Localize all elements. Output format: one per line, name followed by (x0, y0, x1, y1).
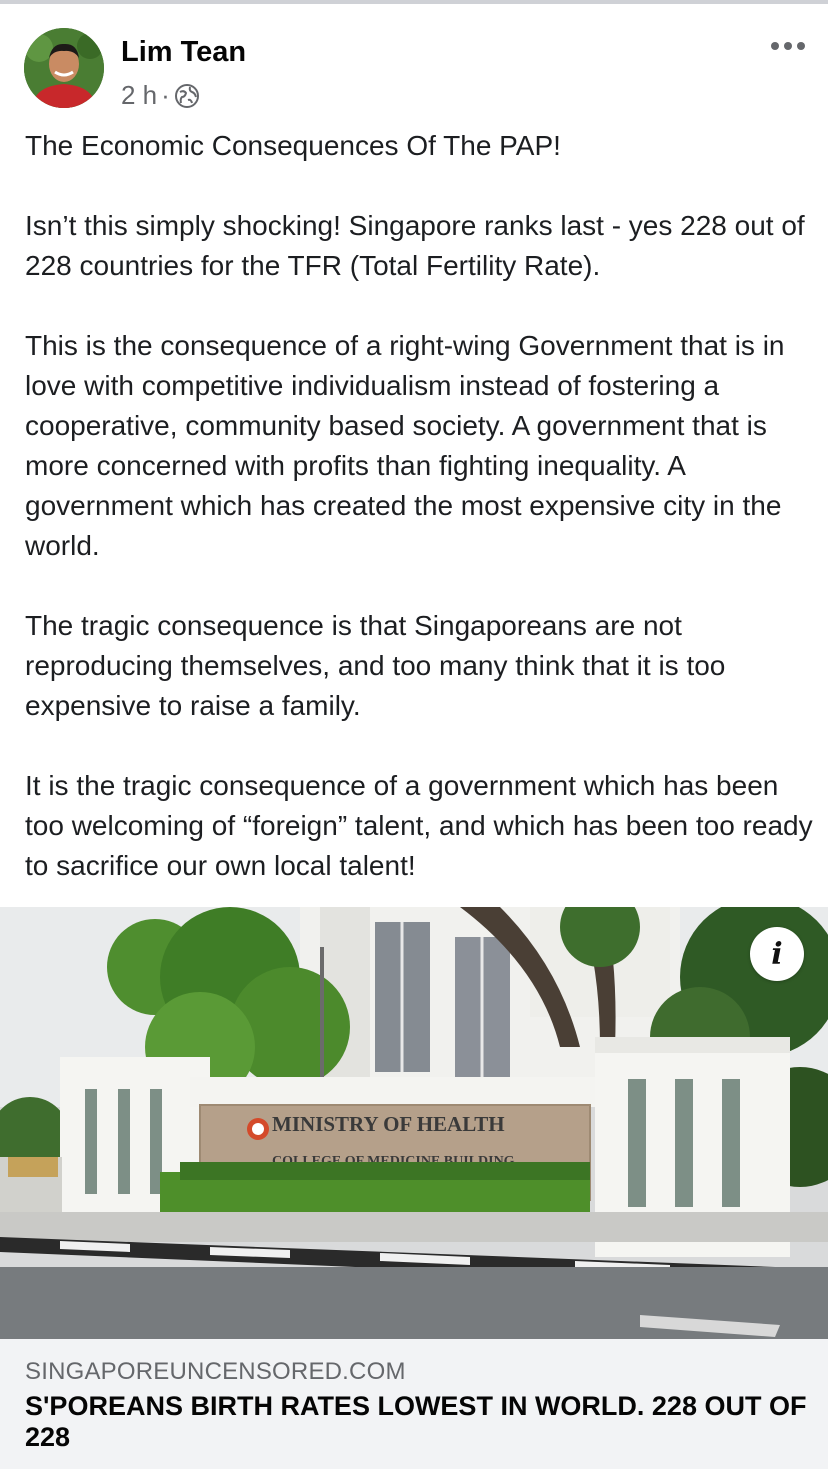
globe-icon (174, 83, 199, 108)
link-domain: SINGAPOREUNCENSORED.COM (25, 1358, 406, 1385)
post-paragraph: Isn’t this simply shocking! Singapore ra… (25, 210, 805, 281)
post-paragraph: It is the tragic consequence of a govern… (25, 770, 813, 881)
post-paragraph: The Economic Consequences Of The PAP! (25, 130, 561, 161)
sign-text-ministry: MINISTRY OF HEALTH (272, 1112, 505, 1136)
author-name[interactable]: Lim Tean (121, 36, 246, 69)
post-paragraph: The tragic consequence is that Singapore… (25, 610, 726, 721)
meta-separator: · (161, 80, 170, 110)
more-options-icon[interactable] (768, 36, 808, 56)
info-icon[interactable]: i (750, 927, 804, 981)
post-time[interactable]: 2 h (121, 80, 157, 111)
post-paragraph: This is the consequence of a right-wing … (25, 330, 785, 561)
link-preview-image[interactable]: MINISTRY OF HEALTH COLLEGE OF MEDICINE B… (0, 907, 828, 1339)
post-meta: 2 h · (121, 80, 200, 111)
avatar[interactable] (24, 28, 104, 108)
post-text: The Economic Consequences Of The PAP! Is… (25, 126, 815, 886)
top-divider (0, 0, 828, 4)
link-headline[interactable]: S'POREANS BIRTH RATES LOWEST IN WORLD. 2… (25, 1391, 815, 1453)
